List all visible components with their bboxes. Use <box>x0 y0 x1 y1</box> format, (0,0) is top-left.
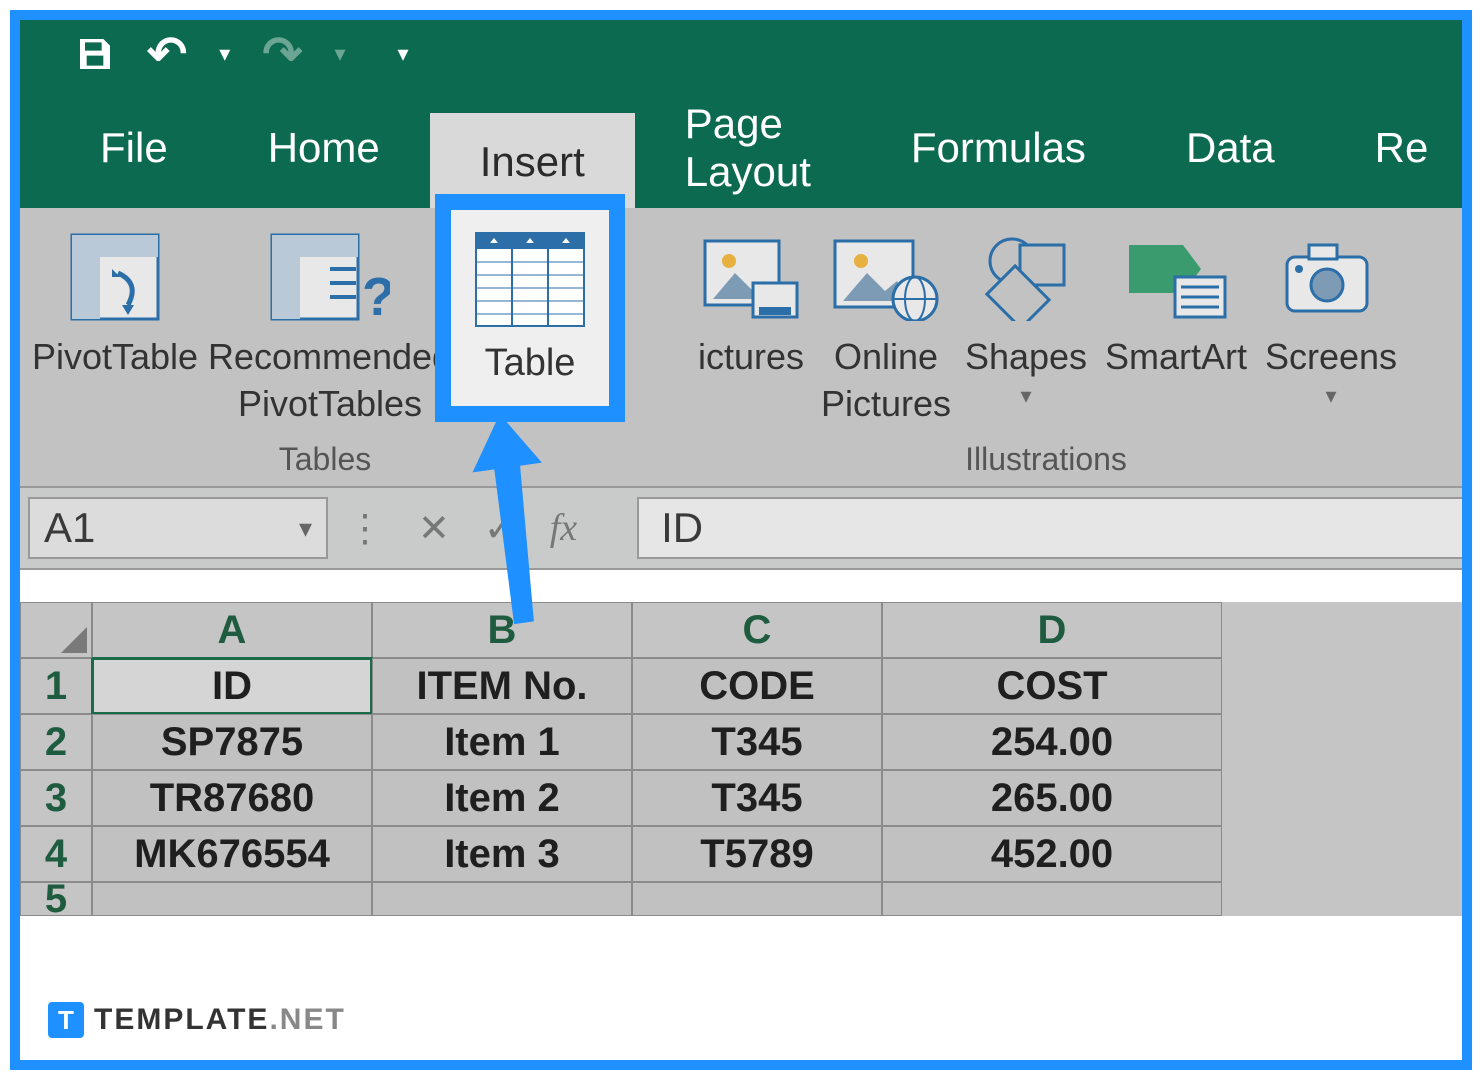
shapes-label: Shapes <box>965 336 1087 377</box>
formula-input[interactable]: ID <box>637 497 1462 559</box>
row-header-1[interactable]: 1 <box>20 658 92 714</box>
row-header-3[interactable]: 3 <box>20 770 92 826</box>
table-row-partial: 5 <box>20 882 1462 916</box>
col-header-D[interactable]: D <box>882 602 1222 658</box>
cell-B1[interactable]: ITEM No. <box>372 658 632 714</box>
formula-dots-icon[interactable]: ⋮ <box>346 506 384 551</box>
rec-pivot-label-1: Recommended <box>208 336 452 377</box>
table-button-highlight[interactable]: Table <box>435 194 625 422</box>
col-header-C[interactable]: C <box>632 602 882 658</box>
screenshot-button[interactable]: Screens ▾ <box>1256 218 1406 441</box>
screenshot-label: Screens <box>1265 336 1397 377</box>
undo-icon[interactable]: ↶ <box>147 26 187 82</box>
table-row: 4 MK676554 Item 3 T5789 452.00 <box>20 826 1462 882</box>
table-button-label: Table <box>485 342 576 385</box>
pictures-label: ictures <box>698 336 804 377</box>
tab-home[interactable]: Home <box>218 88 430 208</box>
row-header-5[interactable]: 5 <box>20 882 92 916</box>
watermark-brand: TEMPLATE <box>94 1003 269 1036</box>
column-headers: A B C D <box>20 602 1462 658</box>
name-box-dropdown-icon[interactable]: ▾ <box>299 513 312 544</box>
watermark-net: .NET <box>269 1003 345 1036</box>
cell-A5[interactable] <box>92 882 372 916</box>
watermark: T TEMPLATE.NET <box>48 1002 346 1038</box>
select-all-corner[interactable] <box>20 602 92 658</box>
ribbon-insert: Table PivotTable ? Recommended <box>20 208 1462 488</box>
quick-access-toolbar: ↶ ▾ ↷ ▾ ▾ <box>20 20 1462 88</box>
cell-A4[interactable]: MK676554 <box>92 826 372 882</box>
online-pics-l2: Pictures <box>821 383 951 424</box>
name-box-value: A1 <box>44 504 95 552</box>
table-icon <box>475 232 585 332</box>
formula-enter-icon[interactable]: ✓ <box>484 506 516 551</box>
col-header-A[interactable]: A <box>92 602 372 658</box>
save-icon[interactable] <box>75 34 115 74</box>
redo-icon: ↷ <box>262 26 302 82</box>
tab-formulas[interactable]: Formulas <box>861 88 1136 208</box>
formula-bar: A1 ▾ ⋮ ✕ ✓ fx ID <box>20 488 1462 570</box>
fx-icon[interactable]: fx <box>550 506 577 551</box>
name-box[interactable]: A1 ▾ <box>28 497 328 559</box>
cell-D1[interactable]: COST <box>882 658 1222 714</box>
cell-B5[interactable] <box>372 882 632 916</box>
online-pics-l1: Online <box>834 336 938 377</box>
online-pictures-button[interactable]: Online Pictures <box>816 218 956 441</box>
col-header-B[interactable]: B <box>372 602 632 658</box>
recommended-pivottables-button[interactable]: ? Recommended PivotTables <box>205 218 455 441</box>
cell-B2[interactable]: Item 1 <box>372 714 632 770</box>
tables-group-label: Tables <box>279 441 372 486</box>
row-header-4[interactable]: 4 <box>20 826 92 882</box>
cell-C2[interactable]: T345 <box>632 714 882 770</box>
tab-page-layout[interactable]: Page Layout <box>635 88 861 208</box>
table-row: 3 TR87680 Item 2 T345 265.00 <box>20 770 1462 826</box>
online-pictures-icon <box>831 224 941 330</box>
cell-C5[interactable] <box>632 882 882 916</box>
illustrations-group-label: Illustrations <box>965 441 1127 486</box>
spreadsheet: A B C D 1 ID ITEM No. CODE COST 2 SP7875… <box>20 602 1462 916</box>
screenshot-drop-icon: ▾ <box>1325 383 1336 408</box>
rec-pivot-label-2: PivotTables <box>238 383 422 424</box>
table-row: 1 ID ITEM No. CODE COST <box>20 658 1462 714</box>
formula-cancel-icon[interactable]: ✕ <box>418 506 450 551</box>
cell-D3[interactable]: 265.00 <box>882 770 1222 826</box>
cell-A1[interactable]: ID <box>92 658 372 714</box>
undo-dropdown-icon[interactable]: ▾ <box>219 41 230 67</box>
app-frame: ↶ ▾ ↷ ▾ ▾ File Home Insert Page Layout F… <box>10 10 1472 1070</box>
pivottable-label: PivotTable <box>32 336 198 377</box>
svg-text:?: ? <box>362 267 390 321</box>
tab-review[interactable]: Re <box>1325 88 1472 208</box>
ribbon-tabs: File Home Insert Page Layout Formulas Da… <box>20 88 1462 208</box>
smartart-icon <box>1121 224 1231 330</box>
shapes-drop-icon: ▾ <box>1020 383 1031 408</box>
tab-data[interactable]: Data <box>1136 88 1325 208</box>
cell-C1[interactable]: CODE <box>632 658 882 714</box>
watermark-logo-icon: T <box>48 1002 84 1038</box>
pivottable-button[interactable]: PivotTable <box>25 218 205 441</box>
cell-C4[interactable]: T5789 <box>632 826 882 882</box>
cell-D2[interactable]: 254.00 <box>882 714 1222 770</box>
row-header-2[interactable]: 2 <box>20 714 92 770</box>
pictures-icon <box>701 224 801 330</box>
cell-A3[interactable]: TR87680 <box>92 770 372 826</box>
cell-D5[interactable] <box>882 882 1222 916</box>
formula-bar-buttons: ⋮ ✕ ✓ fx <box>346 506 577 551</box>
redo-dropdown-icon: ▾ <box>334 41 345 67</box>
ribbon-group-illustrations: ictures Online Pictures Shapes ▾ <box>630 218 1462 486</box>
cell-C3[interactable]: T345 <box>632 770 882 826</box>
cell-B4[interactable]: Item 3 <box>372 826 632 882</box>
shapes-icon <box>976 224 1076 330</box>
cell-B3[interactable]: Item 2 <box>372 770 632 826</box>
pictures-button[interactable]: ictures <box>686 218 816 441</box>
cell-D4[interactable]: 452.00 <box>882 826 1222 882</box>
screenshot-icon <box>1281 224 1381 330</box>
shapes-button[interactable]: Shapes ▾ <box>956 218 1096 441</box>
customize-qat-icon[interactable]: ▾ <box>398 41 409 67</box>
cell-A2[interactable]: SP7875 <box>92 714 372 770</box>
tab-file[interactable]: File <box>50 88 218 208</box>
recommended-pivottables-icon: ? <box>270 224 390 330</box>
pivottable-icon <box>70 224 160 330</box>
table-row: 2 SP7875 Item 1 T345 254.00 <box>20 714 1462 770</box>
smartart-label: SmartArt <box>1105 336 1247 377</box>
smartart-button[interactable]: SmartArt <box>1096 218 1256 441</box>
